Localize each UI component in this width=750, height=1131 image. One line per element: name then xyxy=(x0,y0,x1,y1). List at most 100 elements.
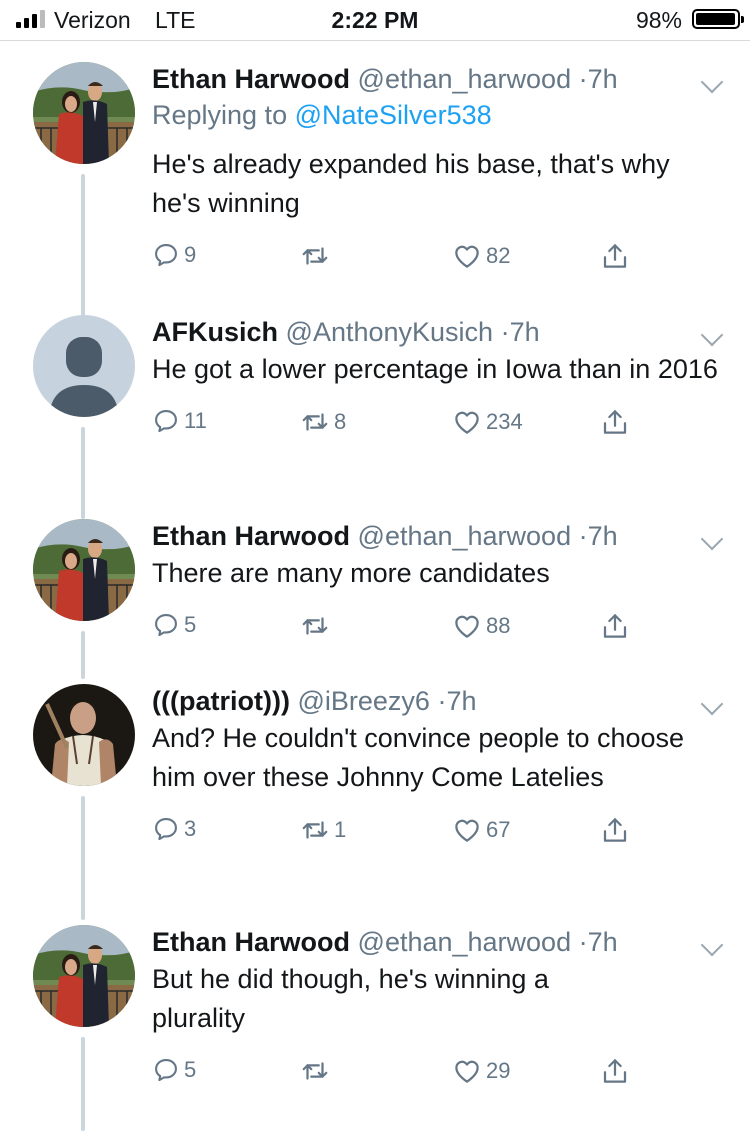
share-button[interactable] xyxy=(600,1056,630,1086)
reply-button[interactable]: 5 xyxy=(152,611,196,639)
retweet-icon xyxy=(300,241,330,271)
display-name[interactable]: Ethan Harwood xyxy=(152,521,350,551)
display-name[interactable]: Ethan Harwood xyxy=(152,927,350,957)
reply-count: 3 xyxy=(184,816,197,841)
tweet[interactable]: (((patriot))) @iBreezy6 ·7h And? He coul… xyxy=(0,684,750,924)
battery-percent: 98% xyxy=(635,7,682,33)
avatar[interactable] xyxy=(33,519,135,621)
like-button[interactable]: 88 xyxy=(452,611,510,641)
heart-icon xyxy=(452,1056,482,1086)
heart-icon xyxy=(452,407,482,437)
username[interactable]: @ethan_harwood xyxy=(358,927,572,957)
display-name[interactable]: Ethan Harwood xyxy=(152,64,350,94)
tweet[interactable]: AFKusich @AnthonyKusich ·7h He got a low… xyxy=(0,315,750,519)
retweet-icon xyxy=(300,1056,330,1086)
like-button[interactable]: 82 xyxy=(452,241,510,271)
share-button[interactable] xyxy=(600,611,630,641)
reply-icon xyxy=(152,241,180,269)
tweet[interactable]: Ethan Harwood @ethan_harwood ·7h But he … xyxy=(0,925,750,1131)
tweet-header: Ethan Harwood @ethan_harwood ·7h xyxy=(152,927,618,957)
avatar[interactable] xyxy=(33,684,135,786)
reply-count: 11 xyxy=(184,408,207,433)
share-button[interactable] xyxy=(600,407,630,437)
status-divider xyxy=(0,40,750,41)
username[interactable]: @AnthonyKusich xyxy=(286,317,494,347)
tweet[interactable]: Ethan Harwood @ethan_harwood ·7h Replyin… xyxy=(0,62,750,374)
avatar[interactable] xyxy=(33,925,135,1027)
like-button[interactable]: 234 xyxy=(452,407,523,437)
tweet-header: Ethan Harwood @ethan_harwood ·7h xyxy=(152,64,618,94)
reply-count: 5 xyxy=(184,612,197,637)
heart-icon xyxy=(452,815,482,845)
tweet-text: But he did though, he's winning a plural… xyxy=(152,964,549,1033)
share-icon xyxy=(600,241,630,271)
like-count: 88 xyxy=(486,613,511,638)
like-count: 234 xyxy=(486,409,523,434)
retweet-button[interactable] xyxy=(300,241,334,271)
tweet-text: And? He couldn't convince people to choo… xyxy=(152,723,685,792)
tweet-actions: 3 1 67 xyxy=(152,815,730,855)
timestamp[interactable]: 7h xyxy=(588,64,618,94)
timestamp[interactable]: 7h xyxy=(588,521,618,551)
reply-count: 5 xyxy=(184,1057,197,1082)
timestamp[interactable]: 7h xyxy=(510,317,540,347)
heart-icon xyxy=(452,241,482,271)
retweet-count: 1 xyxy=(334,817,347,842)
share-icon xyxy=(600,1056,630,1086)
retweet-icon xyxy=(300,815,330,845)
battery-icon xyxy=(692,9,744,29)
reply-count: 9 xyxy=(184,242,197,267)
thread-line xyxy=(81,427,85,519)
avatar[interactable] xyxy=(33,62,135,164)
like-count: 82 xyxy=(486,243,511,268)
reply-icon xyxy=(152,815,180,843)
tweet-text: There are many more candidates xyxy=(152,558,550,588)
retweet-button[interactable]: 1 xyxy=(300,815,346,845)
replying-to: Replying to @NateSilver538 xyxy=(152,100,492,130)
tweet-header: Ethan Harwood @ethan_harwood ·7h xyxy=(152,521,618,551)
tweet-text: He got a lower percentage in Iowa than i… xyxy=(152,354,718,384)
retweet-icon xyxy=(300,407,330,437)
username[interactable]: @iBreezy6 xyxy=(297,686,429,716)
heart-icon xyxy=(452,611,482,641)
display-name[interactable]: (((patriot))) xyxy=(152,686,290,716)
thread-line xyxy=(81,631,85,679)
share-icon xyxy=(600,611,630,641)
timestamp[interactable]: 7h xyxy=(446,686,476,716)
share-icon xyxy=(600,815,630,845)
tweet-actions: 11 8 234 xyxy=(152,407,730,447)
tweet-header: AFKusich @AnthonyKusich ·7h xyxy=(152,317,540,347)
retweet-button[interactable] xyxy=(300,1056,334,1086)
reply-button[interactable]: 3 xyxy=(152,815,196,843)
share-button[interactable] xyxy=(600,241,630,271)
reply-to-link[interactable]: @NateSilver538 xyxy=(295,100,492,130)
like-count: 67 xyxy=(486,817,511,842)
like-count: 29 xyxy=(486,1058,511,1083)
reply-icon xyxy=(152,1056,180,1084)
reply-button[interactable]: 5 xyxy=(152,1056,196,1084)
thread-line xyxy=(81,796,85,920)
status-bar: Verizon LTE 2:22 PM 98% xyxy=(0,0,750,40)
tweet-actions: 5 29 xyxy=(152,1056,730,1096)
reply-button[interactable]: 11 xyxy=(152,407,207,435)
tweet[interactable]: Ethan Harwood @ethan_harwood ·7h There a… xyxy=(0,519,750,679)
tweet-actions: 5 88 xyxy=(152,611,730,651)
like-button[interactable]: 29 xyxy=(452,1056,510,1086)
reply-icon xyxy=(152,611,180,639)
tweet-header: (((patriot))) @iBreezy6 ·7h xyxy=(152,686,477,716)
username[interactable]: @ethan_harwood xyxy=(358,521,572,551)
retweet-button[interactable] xyxy=(300,611,334,641)
timestamp[interactable]: 7h xyxy=(588,927,618,957)
username[interactable]: @ethan_harwood xyxy=(358,64,572,94)
tweet-actions: 9 82 xyxy=(152,241,730,281)
retweet-icon xyxy=(300,611,330,641)
like-button[interactable]: 67 xyxy=(452,815,510,845)
avatar[interactable] xyxy=(33,315,135,417)
display-name[interactable]: AFKusich xyxy=(152,317,278,347)
tweet-text: He's already expanded his base, that's w… xyxy=(152,149,670,218)
reply-button[interactable]: 9 xyxy=(152,241,196,269)
share-button[interactable] xyxy=(600,815,630,845)
reply-icon xyxy=(152,407,180,435)
retweet-button[interactable]: 8 xyxy=(300,407,346,437)
thread-line xyxy=(81,1037,85,1131)
